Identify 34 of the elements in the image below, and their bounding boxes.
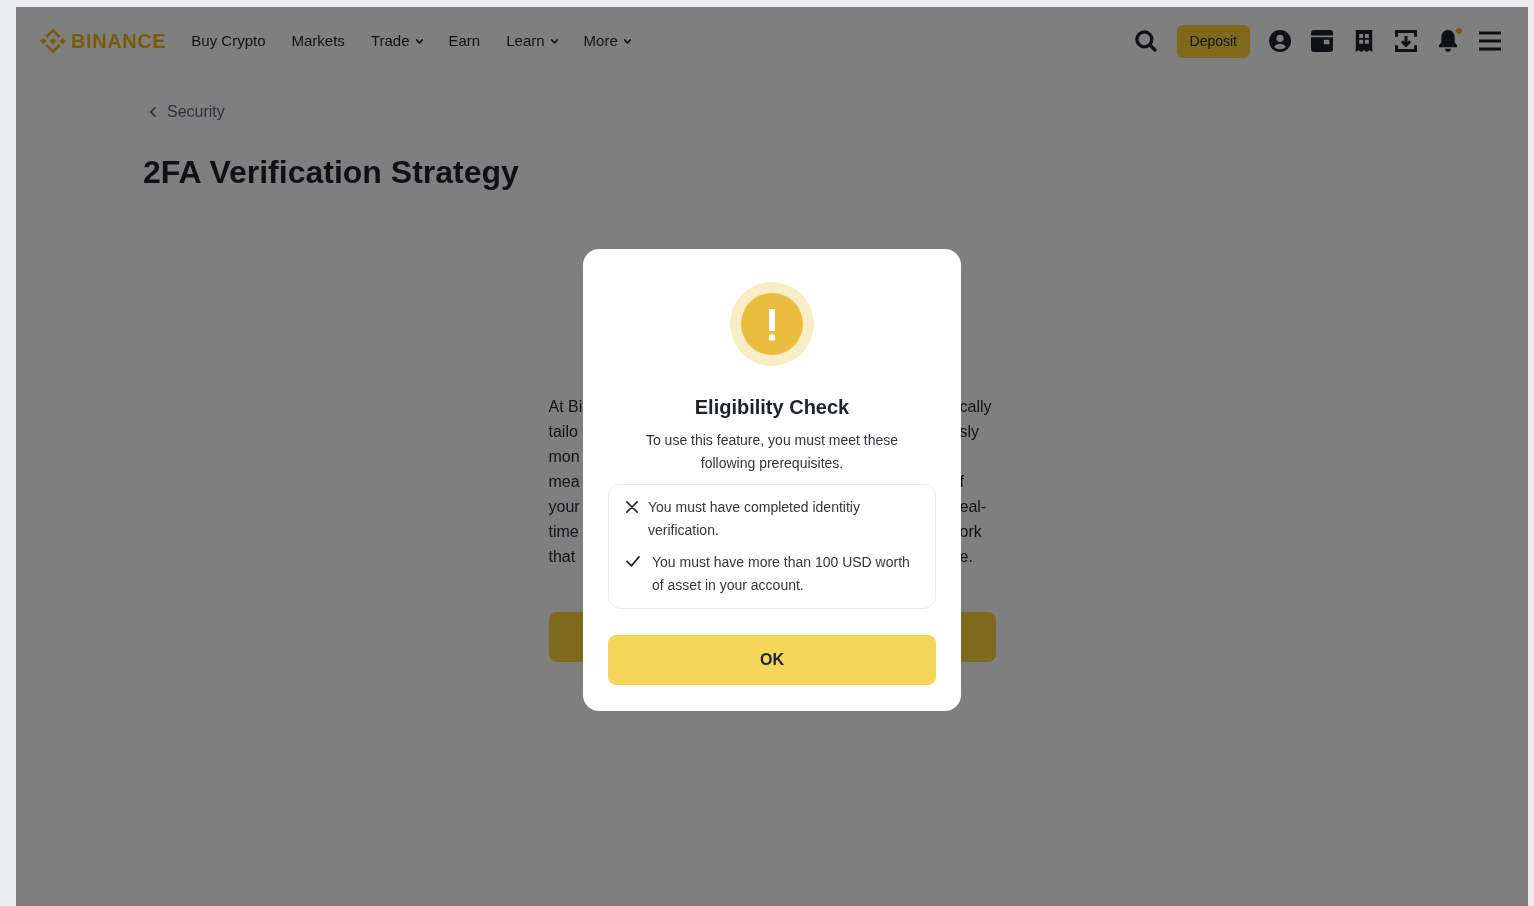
requirement-text: You must have completed identitiy verification. xyxy=(648,498,861,540)
paragraph-text: tailo xyxy=(548,422,578,442)
paragraph-text: time xyxy=(548,522,579,542)
requirement-text: You must have more than 100 USD worth of asset in your account. xyxy=(652,553,911,595)
paragraph-text: eal- xyxy=(959,497,987,517)
dialog-message: To use this feature, you must meet these following prerequisites. xyxy=(644,431,900,473)
paragraph-text: your xyxy=(548,497,580,517)
back-link[interactable]: Security xyxy=(143,100,225,124)
page-title: 2FA Verification Strategy xyxy=(143,153,520,192)
nav-link[interactable]: Buy Crypto xyxy=(191,31,266,51)
bell-icon[interactable] xyxy=(1437,30,1459,52)
logo-icon xyxy=(40,28,66,54)
nav-link[interactable]: More xyxy=(583,31,631,51)
paragraph-text: cally xyxy=(959,397,992,417)
user-icon[interactable] xyxy=(1269,30,1291,52)
paragraph-text: mon xyxy=(548,447,580,467)
nav-link[interactable]: Learn xyxy=(506,31,558,51)
chevron-left-icon xyxy=(150,107,156,117)
search-icon[interactable] xyxy=(1134,30,1157,52)
wallet-icon[interactable] xyxy=(1311,30,1333,52)
warning-icon xyxy=(730,282,814,366)
nav-link[interactable]: Earn xyxy=(448,31,481,51)
deposit-button[interactable]: Deposit xyxy=(1176,24,1250,58)
nav-link[interactable]: Trade xyxy=(370,31,423,51)
menu-icon[interactable] xyxy=(1479,30,1501,52)
download-icon[interactable] xyxy=(1395,30,1417,52)
receipt-icon[interactable] xyxy=(1353,30,1375,52)
nav-link[interactable]: Markets xyxy=(291,31,345,51)
dialog-title: Eligibility Check xyxy=(694,395,850,419)
paragraph-text: sly xyxy=(959,422,980,442)
ok-button[interactable]: OK xyxy=(608,635,936,685)
paragraph-text: mea xyxy=(548,472,580,492)
paragraph-text: that xyxy=(548,547,576,567)
paragraph-text: At Bi xyxy=(548,397,583,417)
